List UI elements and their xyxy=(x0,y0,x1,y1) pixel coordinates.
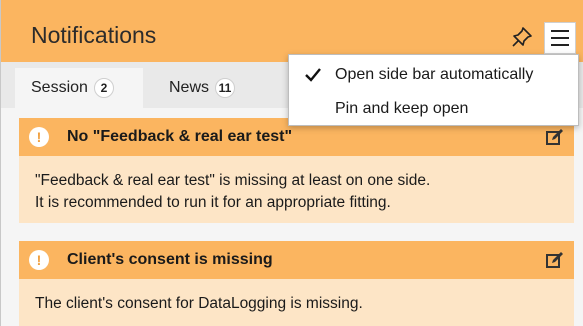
tab-news[interactable]: News 11 xyxy=(169,68,269,108)
count-badge: 11 xyxy=(215,78,236,98)
options-menu: Open side bar automatically Pin and keep… xyxy=(288,54,579,126)
tab-session[interactable]: Session 2 xyxy=(15,68,143,108)
count-badge: 2 xyxy=(93,78,114,98)
card-text: "Feedback & real ear test" is missing at… xyxy=(35,172,431,189)
card-body: "Feedback & real ear test" is missing at… xyxy=(19,156,574,228)
pin-icon xyxy=(512,27,532,47)
pin-button[interactable] xyxy=(509,24,535,50)
edit-icon[interactable] xyxy=(546,128,564,146)
card-header: ! Client's consent is missing xyxy=(19,241,574,279)
checkmark-icon xyxy=(305,68,321,82)
menu-button[interactable] xyxy=(544,22,576,54)
card-title: Client's consent is missing xyxy=(67,251,273,268)
tab-label: News xyxy=(169,79,210,96)
edit-icon[interactable] xyxy=(546,251,564,269)
card-text: The client's consent for DataLogging is … xyxy=(35,295,363,312)
menu-item-label: Pin and keep open xyxy=(335,100,469,117)
card-text: It is recommended to run it for an appro… xyxy=(35,194,391,211)
notification-card: ! Client's consent is missing The client… xyxy=(19,241,574,326)
menu-item-label: Open side bar automatically xyxy=(335,66,534,83)
warning-icon: ! xyxy=(29,250,49,270)
menu-item-open-side-bar[interactable]: Open side bar automatically xyxy=(289,57,578,93)
warning-icon: ! xyxy=(29,127,49,147)
panel-header: Notifications xyxy=(1,0,583,62)
notifications-panel: Notifications Session 2 News 11 ! No "Fe… xyxy=(0,0,583,326)
panel-title: Notifications xyxy=(31,22,157,48)
card-body: The client's consent for DataLogging is … xyxy=(19,279,574,326)
card-title: No "Feedback & real ear test" xyxy=(67,128,293,145)
menu-item-pin-keep-open[interactable]: Pin and keep open xyxy=(289,91,578,127)
hamburger-menu-icon xyxy=(551,30,569,32)
tab-label: Session xyxy=(31,79,88,96)
notification-card: ! No "Feedback & real ear test" "Feedbac… xyxy=(19,118,574,223)
